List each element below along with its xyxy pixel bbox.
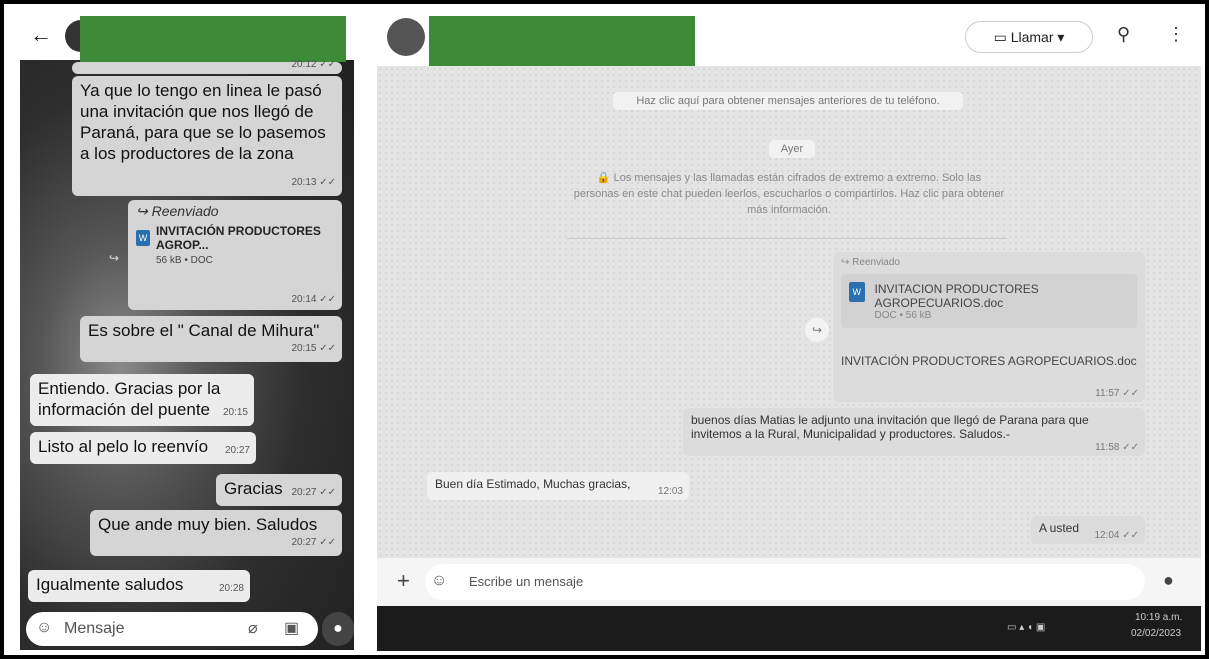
message-bubble-incoming: Igualmente saludos 20:28 bbox=[28, 570, 250, 602]
call-button[interactable]: ▭ Llamar ▾ bbox=[965, 21, 1093, 53]
message-text: Ya que lo tengo en linea le pasó una inv… bbox=[80, 81, 326, 163]
contact-avatar[interactable] bbox=[387, 18, 425, 56]
forwarded-label: ↪ Reenviado bbox=[841, 257, 900, 268]
taskbar-date[interactable]: 02/02/2023 bbox=[1131, 628, 1181, 639]
chevron-down-icon: ▾ bbox=[1057, 29, 1065, 45]
message-text: Que ande muy bien. Saludos bbox=[98, 515, 318, 534]
message-bubble-outgoing: Que ande muy bien. Saludos 20:27 ✓✓ bbox=[90, 510, 342, 556]
doc-meta: DOC • 56 kB bbox=[874, 310, 932, 321]
message-bubble-outgoing: Gracias 20:27 ✓✓ bbox=[216, 474, 342, 506]
message-text: Listo al pelo lo reenvío bbox=[38, 437, 209, 456]
phone-message-input[interactable]: ☺ Mensaje ⌀ ▣ bbox=[26, 612, 318, 646]
forwarded-doc-bubble[interactable]: ↪ Reenviado W INVITACIÓN PRODUCTORES AGR… bbox=[128, 200, 342, 310]
doc-caption: INVITACIÓN PRODUCTORES AGROPECUARIOS.doc bbox=[841, 354, 1137, 368]
message-bubble-outgoing: buenos días Matias le adjunto una invita… bbox=[683, 408, 1145, 456]
taskbar-time[interactable]: 10:19 a.m. bbox=[1135, 612, 1182, 623]
day-separator: Ayer bbox=[769, 140, 815, 158]
forward-icon[interactable]: ↪ bbox=[102, 246, 126, 270]
message-time: 20:27 ✓✓ bbox=[291, 487, 336, 498]
doc-title: INVITACION PRODUCTORES AGROPECUARIOS.doc bbox=[874, 282, 1039, 310]
emoji-icon[interactable]: ☺ bbox=[36, 619, 52, 637]
load-older-messages-note[interactable]: Haz clic aquí para obtener mensajes ante… bbox=[613, 92, 963, 110]
desktop-chat-window: ▭ Llamar ▾ ⚲ ⋮ Haz clic aquí para obtene… bbox=[377, 8, 1201, 651]
emoji-icon[interactable]: ☺ bbox=[431, 572, 447, 590]
message-time: 20:27 bbox=[224, 445, 250, 456]
doc-meta: 56 kB • DOC bbox=[156, 255, 213, 266]
tray-icons[interactable]: ▭ ▴ ◖ ▣ bbox=[1007, 622, 1045, 633]
plus-icon[interactable]: + bbox=[397, 568, 410, 594]
word-doc-icon: W bbox=[136, 230, 150, 246]
doc-title: INVITACIÓN PRODUCTORES AGROP... bbox=[156, 224, 321, 252]
video-call-icon: ▭ bbox=[993, 29, 1007, 45]
message-text: Entiendo. Gracias por la información del… bbox=[38, 379, 221, 419]
message-time: 12:04 ✓✓ bbox=[1094, 530, 1139, 541]
message-time: 20:13 ✓✓ bbox=[291, 177, 336, 188]
desktop-message-input[interactable]: ☺ Escribe un mensaje bbox=[425, 564, 1145, 600]
message-text: Igualmente saludos bbox=[36, 575, 184, 594]
message-time: 20:15 bbox=[222, 407, 248, 418]
message-bubble-partial: 20:12 ✓✓ bbox=[72, 59, 342, 74]
message-placeholder: Escribe un mensaje bbox=[469, 574, 584, 589]
desktop-message-area: Haz clic aquí para obtener mensajes ante… bbox=[377, 66, 1201, 558]
message-text: Es sobre el " Canal de Mihura" bbox=[88, 321, 320, 340]
message-bubble-outgoing: Es sobre el " Canal de Mihura" 20:15 ✓✓ bbox=[80, 316, 342, 362]
message-time: 20:28 bbox=[218, 583, 244, 594]
encryption-note[interactable]: 🔒 Los mensajes y las llamadas están cifr… bbox=[573, 170, 1005, 218]
message-time: 20:12 ✓✓ bbox=[291, 59, 336, 70]
message-text: A usted bbox=[1039, 521, 1080, 535]
phone-chat-panel: ← 20:12 ✓✓ Ya que lo tengo en linea le p… bbox=[20, 14, 354, 650]
message-placeholder: Mensaje bbox=[64, 620, 125, 637]
message-bubble-outgoing: Ya que lo tengo en linea le pasó una inv… bbox=[72, 76, 342, 196]
word-doc-icon: W bbox=[849, 282, 865, 302]
mic-icon[interactable]: ● bbox=[322, 612, 354, 646]
windows-taskbar: ▭ ▴ ◖ ▣ 10:19 a.m. 02/02/2023 bbox=[377, 606, 1201, 651]
message-time: 20:14 ✓✓ bbox=[291, 294, 336, 305]
menu-icon[interactable]: ⋮ bbox=[1167, 24, 1185, 45]
desktop-compose-bar: + ☺ Escribe un mensaje ● bbox=[377, 558, 1201, 606]
back-arrow-icon[interactable]: ← bbox=[30, 22, 52, 48]
message-time: 20:27 ✓✓ bbox=[291, 537, 336, 548]
forward-icon[interactable]: ↪ bbox=[805, 318, 829, 342]
message-time: 11:57 ✓✓ bbox=[1095, 388, 1139, 399]
redacted-contact-name bbox=[429, 16, 695, 66]
message-time: 11:58 ✓✓ bbox=[1095, 442, 1139, 453]
camera-icon[interactable]: ▣ bbox=[284, 618, 299, 638]
message-bubble-incoming: Listo al pelo lo reenvío 20:27 bbox=[30, 432, 256, 464]
mic-icon[interactable]: ● bbox=[1163, 570, 1174, 591]
message-text: Gracias bbox=[224, 479, 283, 498]
message-bubble-incoming: Entiendo. Gracias por la información del… bbox=[30, 374, 254, 426]
forwarded-doc-bubble[interactable]: ↪ Reenviado W INVITACION PRODUCTORES AGR… bbox=[833, 252, 1145, 402]
message-time: 12:03 bbox=[657, 486, 683, 497]
message-bubble-incoming: Buen día Estimado, Muchas gracias, 12:03 bbox=[427, 472, 689, 500]
message-time: 20:15 ✓✓ bbox=[291, 343, 336, 354]
search-icon[interactable]: ⚲ bbox=[1117, 24, 1130, 45]
message-text: Buen día Estimado, Muchas gracias, bbox=[435, 477, 631, 491]
forwarded-label: ↪ Reenviado bbox=[136, 203, 219, 219]
call-label: Llamar bbox=[1010, 29, 1054, 45]
divider bbox=[567, 238, 1007, 239]
attach-icon[interactable]: ⌀ bbox=[248, 618, 258, 638]
message-text: buenos días Matias le adjunto una invita… bbox=[691, 413, 1089, 441]
message-bubble-outgoing: A usted 12:04 ✓✓ bbox=[1031, 516, 1145, 544]
